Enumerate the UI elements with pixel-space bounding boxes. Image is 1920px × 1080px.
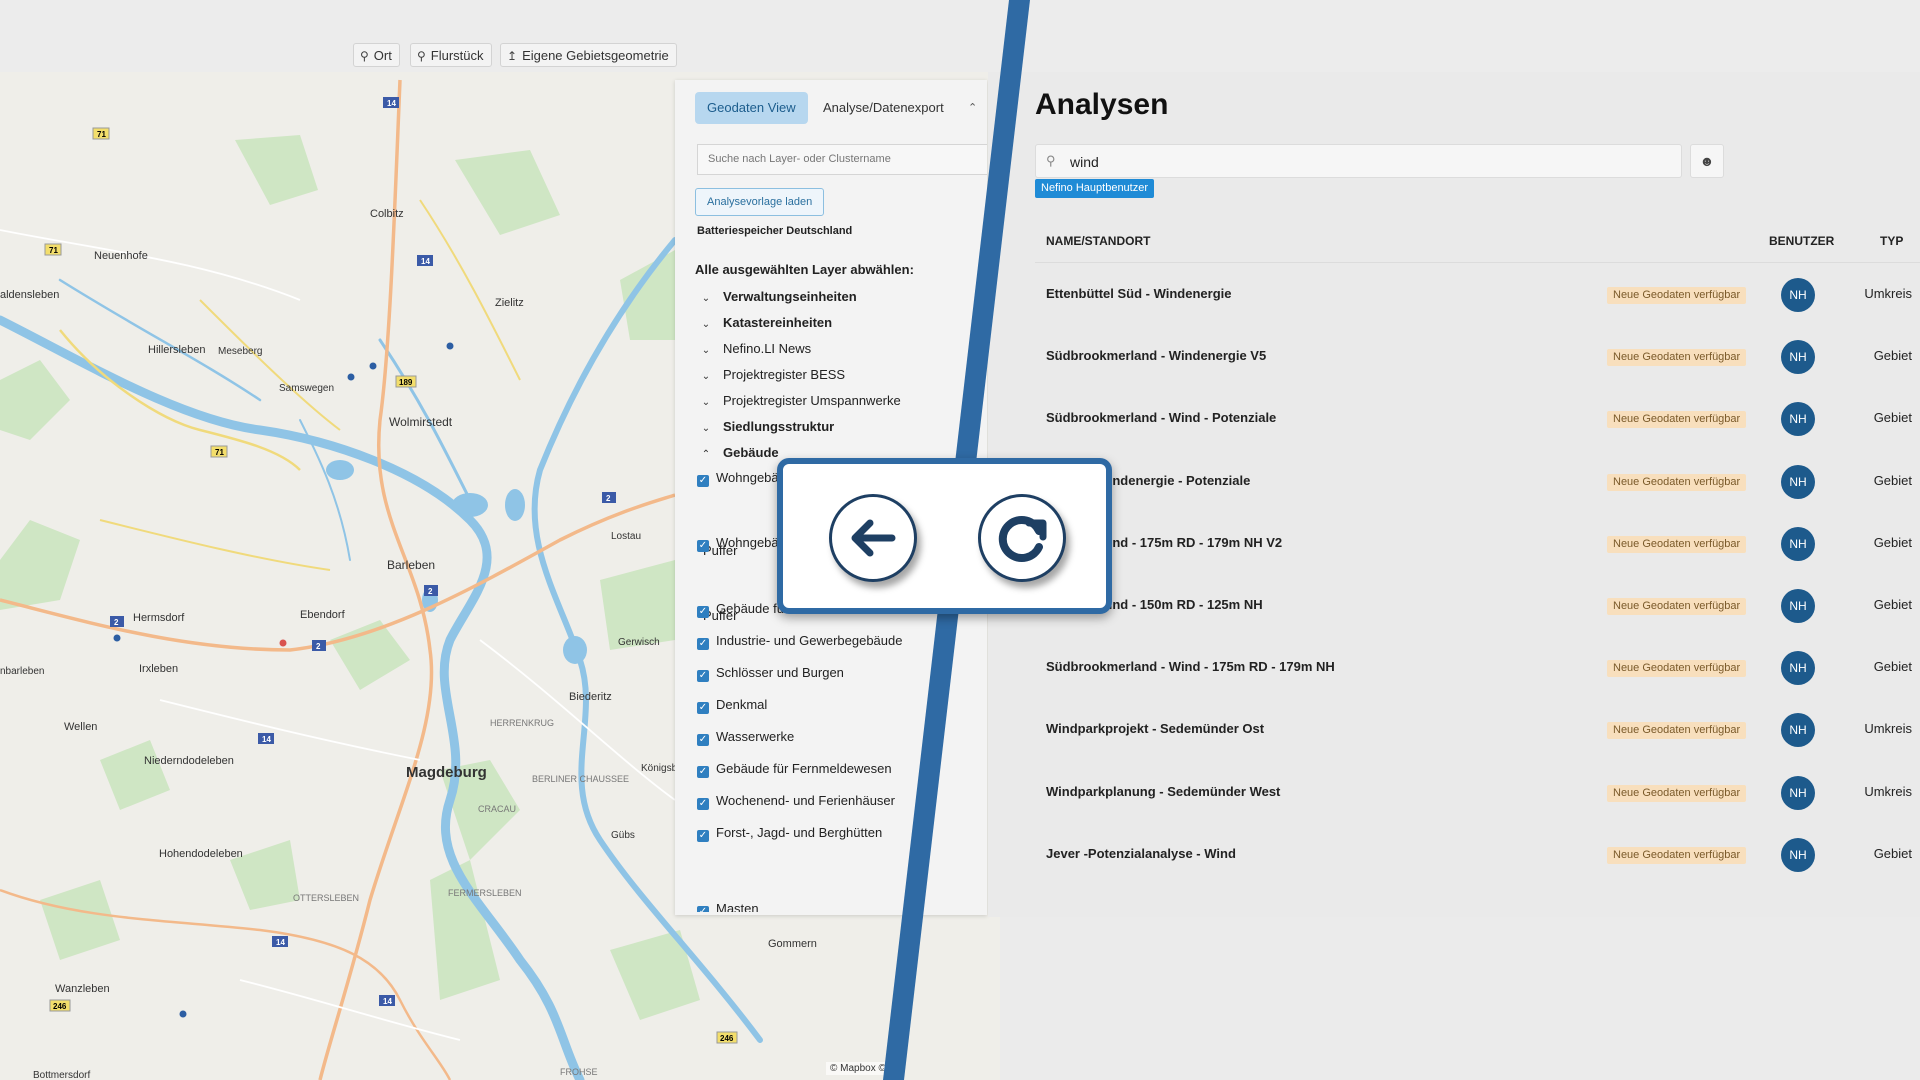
- navigation-overlay: [777, 458, 1112, 614]
- refresh-button[interactable]: [978, 494, 1066, 582]
- arrow-left-icon: [851, 519, 896, 557]
- back-button[interactable]: [829, 494, 917, 582]
- refresh-icon: [998, 516, 1047, 562]
